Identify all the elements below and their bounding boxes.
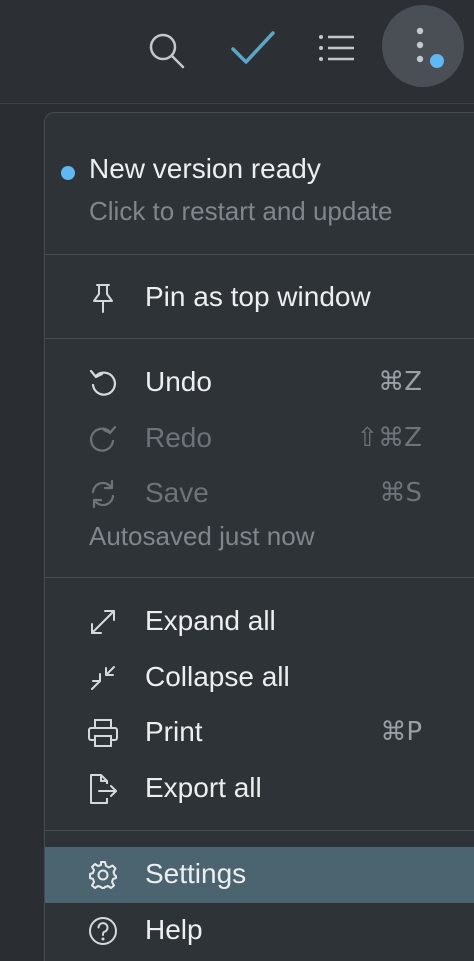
export-icon — [87, 773, 119, 805]
search-button[interactable] — [144, 28, 188, 72]
toolbar — [0, 0, 474, 104]
menu-item-export-all[interactable]: Export all — [45, 763, 474, 815]
update-indicator-dot — [61, 166, 75, 180]
autosave-status: Autosaved just now — [89, 521, 315, 551]
update-item[interactable]: New version ready Click to restart and u… — [45, 113, 474, 254]
search-icon — [149, 33, 185, 69]
menu-item-help[interactable]: Help — [45, 905, 474, 957]
pin-icon — [87, 282, 119, 314]
shortcut-label: ⌘S — [379, 478, 422, 508]
check-icon — [231, 31, 275, 64]
help-icon — [87, 915, 119, 947]
separator — [45, 830, 474, 831]
done-button[interactable] — [228, 26, 278, 70]
collapse-icon — [87, 662, 119, 694]
list-view-button[interactable] — [316, 28, 358, 68]
menu-item-redo[interactable]: Redo ⇧⌘Z — [45, 413, 474, 465]
menu-item-label: Save — [145, 477, 209, 508]
menu-item-label: Print — [145, 716, 203, 747]
printer-icon — [87, 717, 119, 749]
update-subtitle: Click to restart and update — [89, 196, 393, 226]
gear-icon — [87, 859, 119, 891]
expand-icon — [87, 606, 119, 638]
menu-item-label: Pin as top window — [145, 281, 371, 312]
background-panel — [0, 105, 44, 961]
shortcut-label: ⇧⌘Z — [356, 423, 422, 453]
menu-item-label: Help — [145, 914, 203, 945]
undo-icon — [87, 367, 119, 399]
redo-icon — [87, 423, 119, 455]
menu-item-label: Expand all — [145, 605, 276, 636]
menu-item-expand-all[interactable]: Expand all — [45, 596, 474, 648]
menu-item-pin[interactable]: Pin as top window — [45, 272, 474, 324]
menu-item-label: Export all — [145, 772, 262, 803]
dropdown-menu: New version ready Click to restart and u… — [44, 112, 474, 961]
more-menu-button[interactable] — [382, 5, 464, 87]
menu-item-label: Settings — [145, 858, 247, 889]
separator — [45, 338, 474, 339]
menu-item-collapse-all[interactable]: Collapse all — [45, 652, 474, 704]
menu-item-label: Undo — [145, 366, 212, 397]
more-vertical-icon — [416, 27, 424, 63]
menu-item-label: Collapse all — [145, 661, 290, 692]
menu-item-undo[interactable]: Undo ⌘Z — [45, 357, 474, 409]
menu-item-save[interactable]: Save ⌘S — [45, 468, 474, 520]
shortcut-label: ⌘Z — [378, 367, 422, 397]
menu-item-print[interactable]: Print ⌘P — [45, 707, 474, 759]
update-title: New version ready — [89, 153, 321, 184]
list-icon — [319, 35, 354, 61]
sync-icon — [87, 478, 119, 510]
update-badge — [430, 54, 444, 68]
separator — [45, 577, 474, 578]
shortcut-label: ⌘P — [380, 717, 422, 747]
menu-item-settings[interactable]: Settings — [45, 847, 474, 903]
menu-item-label: Redo — [145, 422, 212, 453]
separator — [45, 254, 474, 255]
